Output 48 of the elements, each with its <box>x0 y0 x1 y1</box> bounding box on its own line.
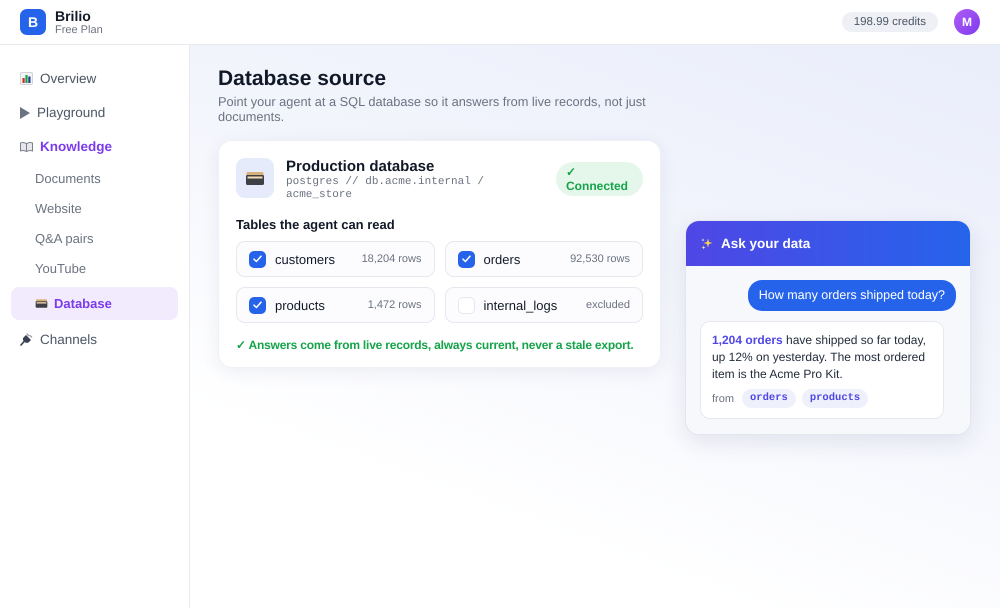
nav-item[interactable]: Playground <box>11 96 178 129</box>
file-box-icon <box>236 158 274 198</box>
source-tag: products <box>802 389 868 408</box>
bar-chart-icon <box>20 72 33 85</box>
database-name: Production database <box>286 158 436 176</box>
plan-label: Free Plan <box>55 24 103 36</box>
status-badge: ✓ Connected <box>556 162 643 196</box>
row-count: 1,472 rows <box>368 299 422 311</box>
answer-text: 1,204 orders have shipped so far today, up 12% on yesterday. The most ordered item is the Acme Pro Kit. <box>712 332 927 383</box>
table-name: customers <box>275 252 336 266</box>
nav-item[interactable]: Overview <box>11 62 178 95</box>
connection-string: postgres // db.acme.internal / acme_store <box>286 176 486 202</box>
check-icon <box>253 301 262 309</box>
page-subtitle: Point your agent at a SQL database so it answers from live records, not just documents. <box>218 94 647 124</box>
plug-icon <box>20 333 33 346</box>
nav-item[interactable]: Channels <box>11 323 178 356</box>
row-count: excluded <box>586 299 630 311</box>
sparkle-icon <box>701 238 713 250</box>
app-name: Brilio <box>55 8 92 24</box>
credits-badge: 198.99 credits <box>842 12 938 32</box>
row-count: 18,204 rows <box>362 253 422 265</box>
logo: B <box>20 9 46 35</box>
checkbox[interactable] <box>458 250 474 268</box>
page-title: Database source <box>218 67 388 91</box>
play-icon <box>20 106 30 118</box>
info-note: ✓ Answers come from live records, always current, never a stale export. <box>236 337 635 353</box>
question-bubble: How many orders shipped today? <box>748 280 956 311</box>
nav-subitem[interactable]: Documents <box>11 163 178 193</box>
nav-subitem[interactable]: Q&A pairs <box>11 223 178 253</box>
book-icon <box>20 142 33 152</box>
nav-subitem[interactable]: Website <box>11 193 178 223</box>
table-name: products <box>275 298 326 312</box>
nav-item[interactable]: Knowledge <box>11 130 178 163</box>
checkbox[interactable] <box>249 296 266 314</box>
nav-subitem[interactable]: Database <box>11 287 178 320</box>
tables-heading: Tables the agent can read <box>236 217 396 233</box>
table-name: orders <box>484 252 522 266</box>
check-icon <box>253 255 262 263</box>
source-label: from <box>712 392 734 404</box>
checkbox[interactable] <box>249 250 266 268</box>
avatar[interactable]: M <box>954 9 980 35</box>
check-icon <box>462 255 470 263</box>
file-box-icon <box>35 298 48 309</box>
nav-subitem[interactable]: YouTube <box>11 253 178 283</box>
table-name: internal_logs <box>484 298 558 312</box>
source-tag: orders <box>742 389 796 408</box>
chat-title: Ask your data <box>721 236 810 251</box>
row-count: 92,530 rows <box>570 253 630 265</box>
